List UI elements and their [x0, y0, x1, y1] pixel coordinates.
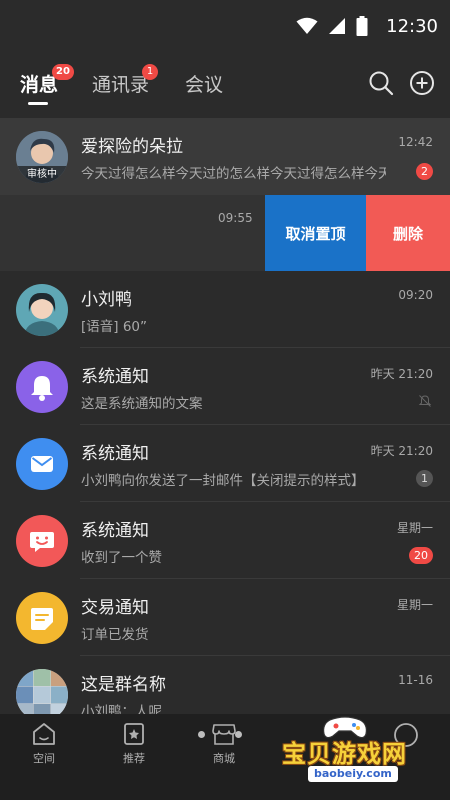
unpin-button[interactable]: 取消置顶	[265, 195, 366, 271]
avatar	[16, 515, 68, 567]
conversation-time: 12:42	[398, 135, 433, 149]
chat-smile-icon	[30, 532, 54, 552]
conversation-preview: 今天过得怎么样今天过的怎么样今天过得怎么样今天	[81, 166, 386, 182]
conversation-row[interactable]: 系统通知 收到了一个赞 星期一 20	[0, 502, 450, 579]
delete-button[interactable]: 删除	[366, 195, 450, 271]
conversation-title: 小刘鸭	[81, 290, 132, 310]
conversation-title: 系统通知	[81, 444, 149, 464]
unread-badge: 1	[416, 470, 433, 487]
conversation-row[interactable]: 交易通知 订单已发货 星期一	[0, 579, 450, 656]
conversation-preview: 收到了一个赞	[81, 550, 162, 566]
watermark: 宝贝游戏网 baobeiy.com	[268, 712, 446, 790]
conversation-row[interactable]: 系统通知 这是系统通知的文案 昨天 21:20	[0, 348, 450, 425]
group-avatar	[16, 669, 68, 714]
conversation-time: 09:20	[398, 288, 433, 302]
conversation-time: 09:55	[218, 211, 253, 225]
swiped-conversation-row[interactable]: 09:55 取消置顶 删除	[0, 195, 450, 271]
conversation-time: 11-16	[398, 673, 433, 687]
conversation-time: 星期一	[396, 598, 433, 612]
watermark-url: baobeiy.com	[308, 766, 398, 782]
battery-icon	[356, 16, 368, 36]
conversation-time: 昨天 21:20	[370, 367, 433, 381]
conversation-title: 系统通知	[81, 367, 149, 387]
tab-messages[interactable]: 消息 20	[20, 64, 74, 97]
mail-icon	[31, 456, 53, 472]
conversation-time: 昨天 21:20	[370, 444, 433, 458]
conversation-row[interactable]: 这是群名称 小刘鸭：人呢 11-16	[0, 656, 450, 714]
unread-badge: 2	[416, 163, 433, 180]
avatar	[16, 438, 68, 490]
tab-meetings[interactable]: 会议	[185, 70, 223, 97]
user-portrait-icon	[16, 284, 68, 336]
nav-space-label: 空间	[33, 752, 55, 765]
tab-contacts-badge: 1	[142, 64, 158, 80]
group-portrait-icon	[16, 669, 68, 714]
status-icons: 12:30	[296, 13, 438, 39]
conversation-preview: 订单已发货	[81, 627, 149, 643]
avatar: 审核中	[16, 131, 68, 183]
conversation-preview: 小刘鸭：人呢	[81, 704, 162, 714]
star-bookmark-icon	[124, 723, 144, 745]
conversation-title: 交易通知	[81, 598, 149, 618]
avatar	[16, 592, 68, 644]
conversation-list[interactable]: 审核中 爱探险的朵拉 今天过得怎么样今天过的怎么样今天过得怎么样今天 12:42…	[0, 118, 450, 714]
add-icon[interactable]	[409, 70, 435, 96]
conversation-title: 系统通知	[81, 521, 149, 541]
tab-contacts[interactable]: 通讯录 1	[92, 64, 158, 97]
mute-icon	[418, 395, 432, 407]
conversation-preview: [语音] 60”	[81, 319, 147, 335]
tab-messages-label: 消息	[20, 74, 59, 96]
nav-space[interactable]: 空间	[14, 722, 74, 766]
tab-meetings-label: 会议	[185, 74, 224, 96]
review-status-tag: 审核中	[16, 166, 68, 183]
nav-recommend-label: 推荐	[123, 752, 145, 765]
search-icon[interactable]	[368, 70, 394, 96]
conversation-row[interactable]: 系统通知 小刘鸭向你发送了一封邮件【关闭提示的样式】 昨天 21:20 1	[0, 425, 450, 502]
conversation-title: 爱探险的朵拉	[81, 137, 183, 157]
home-icon	[33, 723, 55, 745]
status-time: 12:30	[386, 15, 438, 37]
conversation-row[interactable]: 审核中 爱探险的朵拉 今天过得怎么样今天过的怎么样今天过得怎么样今天 12:42…	[0, 118, 450, 195]
signal-icon	[329, 18, 346, 34]
avatar	[16, 361, 68, 413]
wifi-icon	[296, 17, 318, 34]
status-bar: 12:30	[0, 0, 450, 52]
nav-mall[interactable]: 商城	[194, 722, 254, 766]
active-tab-indicator	[28, 102, 48, 105]
conversation-time: 星期一	[396, 521, 433, 535]
conversation-preview: 小刘鸭向你发送了一封邮件【关闭提示的样式】	[81, 473, 365, 489]
bell-icon	[31, 376, 53, 401]
nav-mall-label: 商城	[213, 752, 235, 765]
avatar	[16, 284, 68, 336]
store-icon	[212, 724, 236, 745]
conversation-preview: 这是系统通知的文案	[81, 396, 203, 412]
nav-recommend[interactable]: 推荐	[104, 722, 164, 766]
note-icon	[31, 608, 53, 630]
header: 消息 20 通讯录 1 会议	[0, 52, 450, 118]
tab-messages-badge: 20	[52, 64, 74, 80]
conversation-title: 这是群名称	[81, 675, 166, 695]
watermark-title: 宝贝游戏网	[282, 740, 407, 768]
tab-contacts-label: 通讯录	[92, 74, 150, 96]
unread-badge: 20	[409, 547, 433, 564]
conversation-row[interactable]: 小刘鸭 [语音] 60” 09:20	[0, 271, 450, 348]
